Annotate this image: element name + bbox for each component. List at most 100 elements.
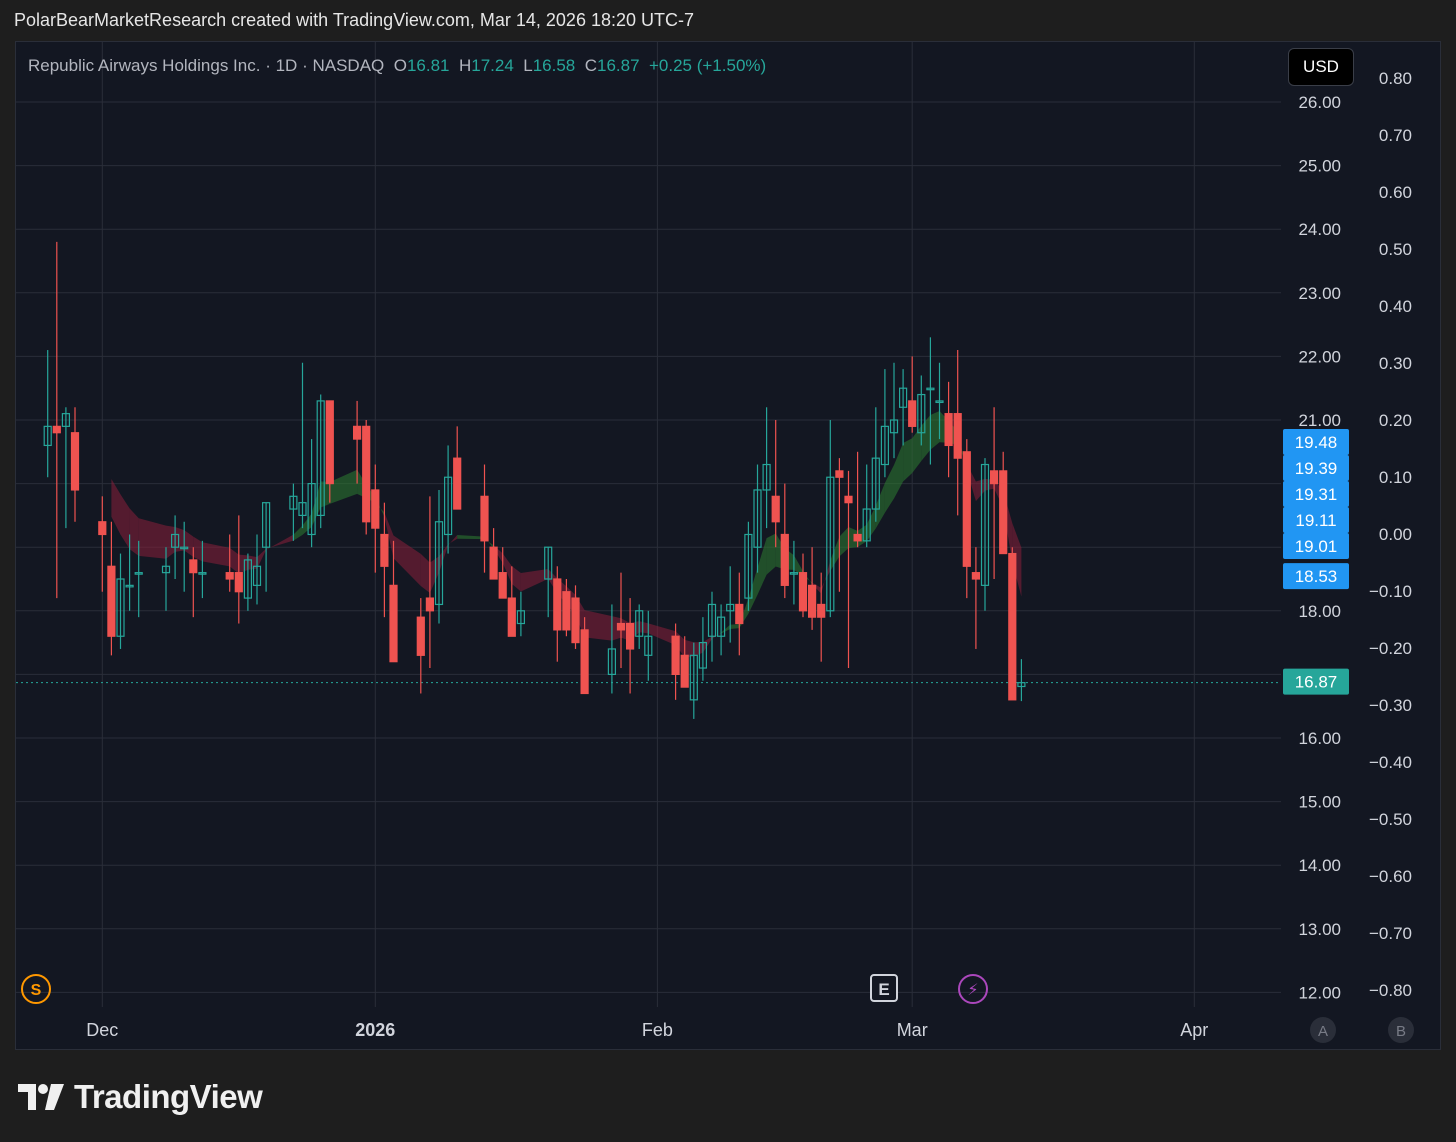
price-badge-label: 19.01 [1295,537,1338,556]
indicator-tick-label: −0.30 [1369,696,1412,715]
candle-body [389,584,398,663]
price-badge-label: 19.11 [1295,511,1336,530]
time-axis-label: 2026 [355,1020,395,1040]
indicator-tick-label: −0.40 [1369,753,1412,772]
candle-body [908,400,917,427]
legend-separator: · [302,56,308,75]
ma-ribbon-segment [184,530,194,557]
candle-body [971,572,981,580]
price-badge-label: 18.53 [1295,567,1338,586]
ma-ribbon-segment [884,465,894,513]
ma-ribbon-segment [930,411,940,450]
price-badge: 19.01 [1283,533,1349,559]
price-tick-label: 14.00 [1298,856,1341,875]
candle-body [562,591,571,631]
indicator-tick-label: −0.20 [1369,639,1412,658]
ma-ribbon-segment [894,443,904,499]
tradingview-wordmark: TradingView [74,1078,263,1115]
indicator-tick-label: 0.50 [1379,240,1412,259]
indicator-tick-label: 0.30 [1379,354,1412,373]
chart-panel[interactable]: 26.0025.0024.0023.0022.0021.0020.0019.00… [15,41,1441,1050]
price-tick-label: 13.00 [1298,920,1341,939]
legend-open-label: O [393,56,407,75]
price-badge: 19.11 [1283,507,1349,533]
candle-body [844,495,853,504]
candle-body [953,413,962,459]
price-badge: 18.53 [1283,563,1349,590]
price-tick-label: 12.00 [1298,983,1341,1002]
candle-body [1008,552,1017,701]
indicator-tick-label: 0.80 [1379,69,1412,88]
legend-change: +0.25 (+1.50%) [648,56,767,75]
ma-ribbon-segment [839,526,849,557]
ma-ribbon-segment [120,494,130,550]
candle-body [580,629,589,695]
ma-ribbon-segment [448,535,458,546]
bolt-event-marker[interactable]: ⚡ [958,974,988,1004]
chart-caption: PolarBearMarketResearch created with Tra… [14,10,694,30]
ma-ribbon-segment [429,556,439,594]
indicator-tick-label: 0.40 [1379,297,1412,316]
legend-exchange: NASDAQ [312,56,385,75]
earnings-marker[interactable]: E [870,974,898,1002]
candle-body [489,546,498,580]
ma-ribbon-segment [129,508,139,556]
ma-ribbon-segment [202,542,230,567]
price-tick-label: 25.00 [1298,157,1341,176]
indicator-tick-label: −0.50 [1369,810,1412,829]
s-event-marker[interactable]: S [21,974,51,1004]
candle-body [498,572,507,599]
s-marker-label: S [31,982,42,999]
scale-button-b[interactable]: B [1388,1017,1414,1043]
candle-body [680,654,689,688]
ma-ribbon-segment [766,533,776,575]
indicator-tick-label: 0.60 [1379,183,1412,202]
price-tick-label: 23.00 [1298,284,1341,303]
bolt-icon: ⚡ [967,980,978,999]
ma-ribbon-segment [420,553,430,594]
candle-body [771,495,780,523]
indicator-tick-label: −0.70 [1369,924,1412,943]
price-badge: 16.87 [1283,668,1349,695]
indicator-tick-label: 0.10 [1379,468,1412,487]
indicator-tick-label: 0.70 [1379,126,1412,145]
candle-body [571,597,580,644]
candle-body [189,559,198,574]
price-tick-label: 16.00 [1298,729,1341,748]
candle-body [735,603,744,625]
candle-body [989,470,999,485]
ma-ribbon-segment [866,505,876,542]
ma-ribbon-segment [238,554,248,574]
ma-ribbon-segment [111,479,121,535]
legend-high-label: H [458,56,472,75]
candle-body [234,572,243,593]
price-badge: 19.31 [1283,481,1349,507]
ma-ribbon-segment [138,518,166,559]
price-tick-label: 24.00 [1298,220,1341,239]
ma-ribbon-segment [693,642,703,657]
candle-body [98,521,107,536]
legend-interval: 1D [275,56,298,75]
ma-ribbon-segment [748,567,758,614]
ma-ribbon-segment [921,415,931,461]
indicator-tick-label: 0.00 [1379,525,1412,544]
price-badge: 19.39 [1283,455,1349,481]
candle-body [616,622,626,631]
candle-body [325,400,334,485]
indicator-tick-label: −0.60 [1369,867,1412,886]
candle-body [999,470,1008,555]
time-axis-label: Mar [897,1020,928,1040]
price-tick-label: 22.00 [1298,347,1341,366]
legend-separator: · [265,56,271,75]
ma-ribbon-segment [875,483,885,529]
ma-ribbon-segment [830,536,840,571]
tradingview-logo[interactable]: TradingView [18,1078,263,1116]
candle-body [225,572,234,580]
currency-button[interactable]: USD [1288,48,1354,86]
candle-body [962,451,971,567]
symbol-legend: Republic Airways Holdings Inc. · 1D · NA… [28,56,766,76]
price-chart[interactable]: 26.0025.0024.0023.0022.0021.0020.0019.00… [16,42,1440,1049]
candle-body [780,533,789,586]
scale-button-a[interactable]: A [1310,1017,1336,1043]
ma-ribbon-segment [193,536,203,562]
